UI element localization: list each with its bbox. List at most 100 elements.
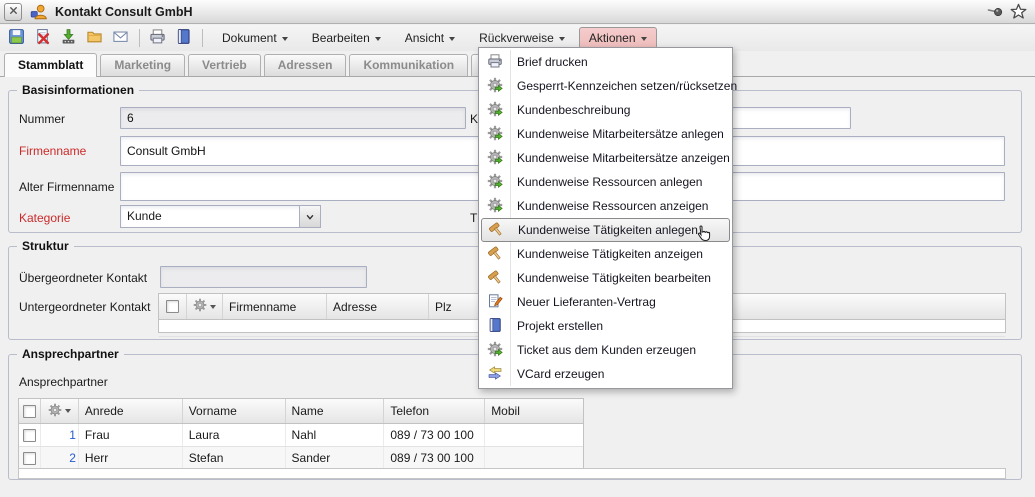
hammer-icon <box>488 221 504 240</box>
row-checkbox[interactable] <box>23 452 36 465</box>
table-cell: Stefan <box>183 447 286 469</box>
column-header[interactable]: Mobil <box>485 399 583 423</box>
delete-document-button[interactable] <box>30 27 54 49</box>
print-button[interactable] <box>145 27 169 49</box>
hammer-icon <box>487 269 503 288</box>
kategorie-label: Kategorie <box>19 211 70 225</box>
select-all-checkbox[interactable] <box>166 300 179 313</box>
menu-item-label: Gesperrt-Kennzeichen setzen/rücksetzen <box>517 79 737 93</box>
uebergeordneter-kontakt-input[interactable] <box>160 266 367 288</box>
menu-item-label: Kundenweise Tätigkeiten anzeigen <box>517 247 703 261</box>
table-actions-dropdown[interactable] <box>193 298 216 315</box>
ansprechpartner-list-label: Ansprechpartner <box>19 375 108 389</box>
chevron-down-icon <box>282 37 288 41</box>
table-cell: Sander <box>286 447 385 469</box>
gear-icon <box>487 197 503 216</box>
table-cell: Laura <box>183 424 286 446</box>
menu-bearbeiten[interactable]: Bearbeiten <box>302 27 391 49</box>
menu-ansicht[interactable]: Ansicht <box>395 27 465 49</box>
menu-item[interactable]: VCard erzeugen <box>479 362 732 386</box>
titlebar: Kontakt Consult GmbH <box>0 0 1035 24</box>
tab-vertrieb[interactable]: Vertrieb <box>188 54 261 76</box>
menu-label: Rückverweise <box>479 31 554 45</box>
chevron-down-icon <box>559 37 565 41</box>
section-legend: Struktur <box>17 239 74 253</box>
menu-item[interactable]: Ticket aus dem Kunden erzeugen <box>479 338 732 362</box>
table-header-row: AnredeVornameNameTelefonMobil <box>19 399 583 424</box>
row-number-link[interactable]: 2 <box>43 451 76 465</box>
row-checkbox[interactable] <box>23 429 36 442</box>
table-actions-dropdown[interactable] <box>48 403 71 420</box>
close-button[interactable] <box>4 3 22 21</box>
truncated-label-t: T <box>470 211 477 225</box>
chevron-down-icon <box>449 37 455 41</box>
menu-item-label: VCard erzeugen <box>517 367 604 381</box>
menu-item[interactable]: Kundenweise Mitarbeitersätze anzeigen <box>479 146 732 170</box>
menu-item[interactable]: Kundenweise Ressourcen anlegen <box>479 170 732 194</box>
ansprechpartner-table: AnredeVornameNameTelefonMobil1FrauLauraN… <box>18 398 584 469</box>
menu-item[interactable]: Kundenbeschreibung <box>479 98 732 122</box>
chevron-down-icon <box>210 305 216 309</box>
column-header[interactable]: Adresse <box>327 294 429 319</box>
window-title: Kontakt Consult GmbH <box>55 5 193 19</box>
chevron-down-icon <box>65 409 71 413</box>
mail-icon <box>112 28 129 48</box>
table-row[interactable]: 2HerrStefanSander089 / 73 00 100 <box>19 447 583 470</box>
table-row[interactable]: 1FrauLauraNahl089 / 73 00 100 <box>19 424 583 447</box>
notebook-icon <box>175 28 192 48</box>
favorite-star-icon[interactable] <box>1010 3 1027 20</box>
menu-item[interactable]: Gesperrt-Kennzeichen setzen/rücksetzen <box>479 74 732 98</box>
menu-item[interactable]: Kundenweise Mitarbeitersätze anlegen <box>479 122 732 146</box>
nummer-input[interactable] <box>120 107 466 129</box>
table-cell: 089 / 73 00 100 <box>384 424 485 446</box>
gear-icon <box>487 125 503 144</box>
aktionen-dropdown-menu: Brief druckenGesperrt-Kennzeichen setzen… <box>478 47 733 389</box>
table-cell: Herr <box>79 447 183 469</box>
save-icon <box>8 28 25 48</box>
kategorie-select[interactable]: Kunde <box>120 205 321 228</box>
tab-kommunikation[interactable]: Kommunikation <box>349 54 468 76</box>
pin-icon[interactable] <box>987 3 1004 20</box>
tab-marketing[interactable]: Marketing <box>100 54 185 76</box>
column-header[interactable]: Anrede <box>79 399 183 423</box>
select-all-checkbox[interactable] <box>23 405 36 418</box>
row-checkbox-cell <box>19 424 41 446</box>
row-number-link[interactable]: 1 <box>43 428 76 442</box>
table-cell: 089 / 73 00 100 <box>384 447 485 469</box>
notebook-button[interactable] <box>171 27 195 49</box>
menu-item[interactable]: Projekt erstellen <box>479 314 732 338</box>
menu-item[interactable]: Kundenweise Tätigkeiten anzeigen <box>479 242 732 266</box>
open-folder-button[interactable] <box>82 27 106 49</box>
menu-item[interactable]: Brief drucken <box>479 50 732 74</box>
column-header[interactable]: Name <box>286 399 385 423</box>
menu-item[interactable]: Neuer Lieferanten-Vertrag <box>479 290 732 314</box>
menu-rückverweise[interactable]: Rückverweise <box>469 27 575 49</box>
row-checkbox-cell <box>19 447 41 469</box>
ansprechpartner-empty-row <box>18 468 1006 479</box>
import-button[interactable] <box>56 27 80 49</box>
toolbar-separator <box>139 29 140 47</box>
column-header[interactable]: Telefon <box>384 399 485 423</box>
menu-item-label: Kundenweise Mitarbeitersätze anlegen <box>517 127 724 141</box>
menu-dokument[interactable]: Dokument <box>212 27 298 49</box>
column-header[interactable]: Vorname <box>183 399 286 423</box>
menu-item[interactable]: Kundenweise Ressourcen anzeigen <box>479 194 732 218</box>
folder-icon <box>86 28 103 48</box>
gear-icon <box>487 101 503 120</box>
close-icon <box>8 4 19 19</box>
sync-arrows-icon <box>487 365 503 384</box>
truncated-label-k: K <box>470 112 478 126</box>
save-button[interactable] <box>4 27 28 49</box>
chevron-down-icon[interactable] <box>299 206 320 227</box>
menu-item[interactable]: Kundenweise Tätigkeiten bearbeiten <box>479 266 732 290</box>
mail-button[interactable] <box>108 27 132 49</box>
menu-item-label: Kundenweise Tätigkeiten bearbeiten <box>517 271 711 285</box>
tab-adressen[interactable]: Adressen <box>264 54 347 76</box>
menu-aktionen[interactable]: Aktionen <box>579 27 657 49</box>
column-header[interactable]: Firmenname <box>223 294 327 319</box>
menu-item[interactable]: Kundenweise Tätigkeiten anlegen <box>481 218 730 242</box>
gear-plain-icon <box>193 298 207 315</box>
toolbar-separator <box>202 29 203 47</box>
tab-stammblatt[interactable]: Stammblatt <box>4 53 97 77</box>
document-edit-icon <box>487 293 503 312</box>
